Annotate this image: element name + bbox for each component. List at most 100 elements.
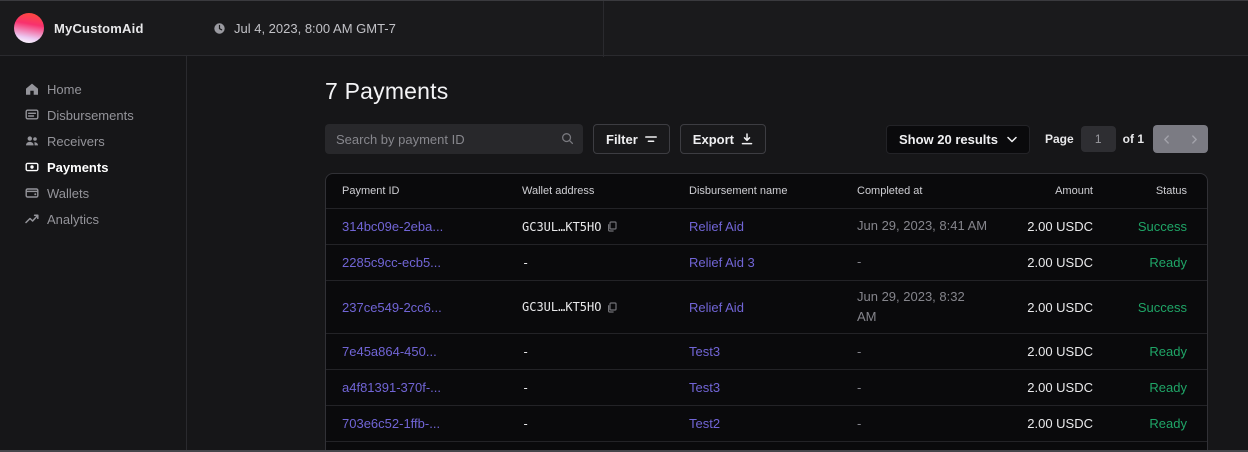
payment-id-link[interactable]: 314bc09e-2eba... — [342, 219, 522, 234]
sidebar-item-label: Disbursements — [47, 108, 134, 123]
wallet-address: - — [522, 345, 689, 359]
sidebar-item-label: Analytics — [47, 212, 99, 227]
show-results-label: Show 20 results — [899, 132, 998, 147]
export-button-label: Export — [693, 132, 734, 147]
download-icon — [741, 133, 753, 145]
payment-id-link[interactable]: 2285c9cc-ecb5... — [342, 255, 522, 270]
table-row: 703e6c52-1ffb-... - Test2 - 2.00 USDC Re… — [326, 406, 1207, 442]
wallet-address: - — [522, 381, 689, 395]
completed-at: - — [857, 372, 1025, 404]
filter-button[interactable]: Filter — [593, 124, 670, 154]
wallet-address: - — [522, 256, 689, 270]
current-time: Jul 4, 2023, 8:00 AM GMT-7 — [213, 21, 396, 36]
receivers-icon — [25, 134, 39, 148]
page-number-input[interactable] — [1081, 126, 1116, 152]
wallet-address-text: - — [522, 345, 529, 359]
wallet-address-text: GC3UL…KT5HO — [522, 220, 601, 234]
table-header: Payment ID Wallet address Disbursement n… — [326, 174, 1207, 209]
sidebar-item-payments[interactable]: Payments — [0, 154, 186, 180]
amount: 2.00 USDC — [1025, 300, 1093, 315]
sidebar-item-home[interactable]: Home — [0, 76, 186, 102]
completed-at: - — [857, 336, 1025, 368]
table-row: 237ce549-2cc6... GC3UL…KT5HO Relief Aid … — [326, 281, 1207, 334]
topbar-divider — [603, 1, 604, 57]
amount: 2.00 USDC — [1025, 219, 1093, 234]
column-header-payment-id: Payment ID — [342, 185, 522, 197]
amount: 2.00 USDC — [1025, 416, 1093, 431]
status-badge: Ready — [1093, 380, 1187, 395]
page-title: 7 Payments — [325, 78, 1208, 105]
payments-icon — [25, 160, 39, 174]
amount: 2.00 USDC — [1025, 344, 1093, 359]
status-badge: Ready — [1093, 344, 1187, 359]
amount: 2.00 USDC — [1025, 380, 1093, 395]
chevron-down-icon — [1007, 136, 1017, 143]
copy-icon[interactable] — [607, 221, 617, 232]
show-results-dropdown[interactable]: Show 20 results — [886, 125, 1030, 154]
main-content: 7 Payments Filter Export Show 20 results — [187, 56, 1248, 452]
org-name: MyCustomAid — [54, 21, 144, 36]
disbursement-link[interactable]: Test3 — [689, 344, 857, 359]
payment-id-link[interactable]: 237ce549-2cc6... — [342, 300, 522, 315]
sidebar: Home Disbursements Receivers Payments Wa… — [0, 56, 187, 452]
table-row: 314bc09e-2eba... GC3UL…KT5HO Relief Aid … — [326, 209, 1207, 245]
pagination-controls: Show 20 results Page of 1 — [886, 125, 1208, 154]
payment-id-link[interactable]: 703e6c52-1ffb-... — [342, 416, 522, 431]
search-icon — [561, 132, 574, 150]
disbursement-link[interactable]: Test2 — [689, 416, 857, 431]
home-icon — [25, 82, 39, 96]
status-badge: Success — [1093, 300, 1187, 315]
brand: MyCustomAid — [0, 13, 187, 43]
filter-icon — [645, 134, 657, 145]
column-header-completed-at: Completed at — [857, 185, 1025, 197]
wallet-address-text: - — [522, 256, 529, 270]
wallet-address: GC3UL…KT5HO — [522, 300, 689, 314]
sidebar-item-label: Home — [47, 82, 82, 97]
column-header-status: Status — [1093, 185, 1187, 197]
table-row: 2285c9cc-ecb5... - Relief Aid 3 - 2.00 U… — [326, 245, 1207, 281]
completed-at: - — [857, 408, 1025, 440]
sidebar-item-receivers[interactable]: Receivers — [0, 128, 186, 154]
search-input[interactable] — [325, 124, 583, 154]
page-total-label: of 1 — [1123, 132, 1144, 146]
disbursements-icon — [25, 108, 39, 122]
copy-icon[interactable] — [607, 302, 617, 313]
disbursement-link[interactable]: Relief Aid — [689, 219, 857, 234]
payment-id-link[interactable]: a4f81391-370f-... — [342, 380, 522, 395]
column-header-wallet-address: Wallet address — [522, 185, 689, 197]
disbursement-link[interactable]: Relief Aid 3 — [689, 255, 857, 270]
timestamp: Jul 4, 2023, 8:00 AM GMT-7 — [234, 21, 396, 36]
sidebar-item-label: Receivers — [47, 134, 105, 149]
amount: 2.00 USDC — [1025, 255, 1093, 270]
page-label: Page — [1045, 132, 1074, 146]
next-page-button[interactable] — [1181, 125, 1209, 153]
analytics-icon — [25, 212, 39, 226]
completed-at: Jun 29, 2023, 8:41 AM — [857, 210, 1025, 242]
wallets-icon — [25, 186, 39, 200]
export-button[interactable]: Export — [680, 124, 766, 154]
wallet-address-text: - — [522, 381, 529, 395]
completed-at: - — [857, 246, 1025, 278]
column-header-amount: Amount — [1025, 185, 1093, 197]
column-header-disbursement-name: Disbursement name — [689, 185, 857, 197]
sidebar-item-wallets[interactable]: Wallets — [0, 180, 186, 206]
disbursement-link[interactable]: Relief Aid — [689, 300, 857, 315]
status-badge: Ready — [1093, 416, 1187, 431]
completed-at: Jun 29, 2023, 8:32 AM — [857, 281, 1025, 333]
table-row: a4f81391-370f-... - Test3 - 2.00 USDC Re… — [326, 370, 1207, 406]
sidebar-item-disbursements[interactable]: Disbursements — [0, 102, 186, 128]
sidebar-item-analytics[interactable]: Analytics — [0, 206, 186, 232]
clock-icon — [213, 22, 226, 35]
filter-button-label: Filter — [606, 132, 638, 147]
sidebar-item-label: Payments — [47, 160, 108, 175]
table-row: 7e45a864-450... - Test3 - 2.00 USDC Read… — [326, 334, 1207, 370]
previous-page-button[interactable] — [1153, 125, 1181, 153]
search-box — [325, 124, 583, 154]
disbursement-link[interactable]: Test3 — [689, 380, 857, 395]
wallet-address: GC3UL…KT5HO — [522, 220, 689, 234]
sidebar-item-label: Wallets — [47, 186, 89, 201]
toolbar: Filter Export Show 20 results Page of 1 — [325, 124, 1208, 154]
payment-id-link[interactable]: 7e45a864-450... — [342, 344, 522, 359]
status-badge: Success — [1093, 219, 1187, 234]
wallet-address: - — [522, 417, 689, 431]
